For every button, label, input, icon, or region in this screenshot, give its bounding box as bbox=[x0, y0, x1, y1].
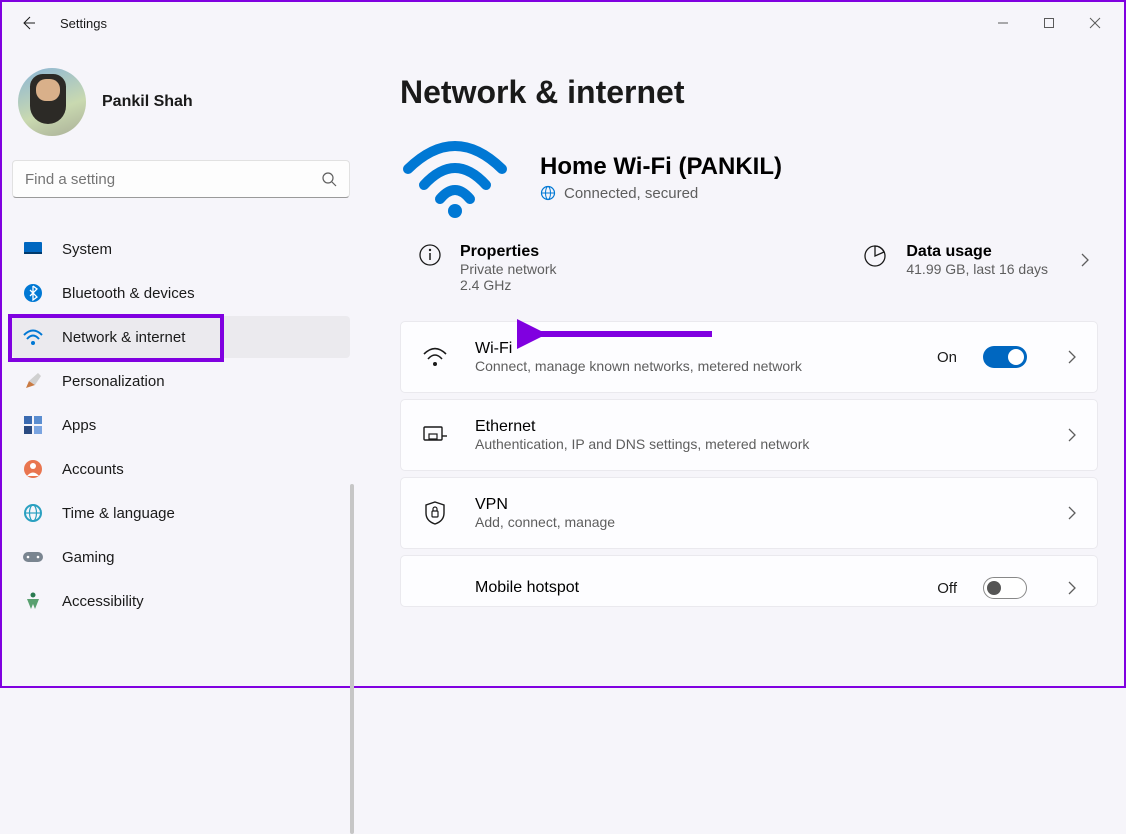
sidebar-item-personalization[interactable]: Personalization bbox=[12, 360, 350, 402]
card-title: Wi-Fi bbox=[475, 340, 802, 358]
system-icon bbox=[22, 238, 44, 260]
card-subtitle: Connect, manage known networks, metered … bbox=[475, 358, 802, 374]
chevron-right-icon bbox=[1067, 505, 1077, 521]
hotspot-toggle-label: Off bbox=[937, 580, 957, 597]
data-usage-details: 41.99 GB, last 16 days bbox=[906, 261, 1048, 277]
network-status-text: Connected, secured bbox=[564, 185, 698, 202]
sidebar-item-accessibility[interactable]: Accessibility bbox=[12, 580, 350, 622]
hotspot-toggle[interactable] bbox=[983, 577, 1027, 599]
card-subtitle: Authentication, IP and DNS settings, met… bbox=[475, 436, 809, 452]
data-usage-title: Data usage bbox=[906, 243, 1048, 261]
wifi-card[interactable]: Wi-Fi Connect, manage known networks, me… bbox=[400, 321, 1098, 393]
maximize-button[interactable] bbox=[1026, 7, 1072, 39]
apps-icon bbox=[22, 414, 44, 436]
sidebar-item-label: Apps bbox=[62, 417, 96, 434]
window-controls bbox=[980, 7, 1118, 39]
sidebar-item-label: Bluetooth & devices bbox=[62, 285, 195, 302]
sidebar-item-accounts[interactable]: Accounts bbox=[12, 448, 350, 490]
shield-lock-icon bbox=[421, 499, 449, 527]
sidebar-scrollbar[interactable] bbox=[350, 484, 354, 834]
back-button[interactable] bbox=[20, 15, 46, 31]
card-subtitle: Add, connect, manage bbox=[475, 514, 615, 530]
search-box[interactable] bbox=[12, 160, 350, 198]
card-title: Ethernet bbox=[475, 418, 809, 436]
nav-list: System Bluetooth & devices Network & int… bbox=[12, 228, 350, 622]
person-icon bbox=[22, 458, 44, 480]
summary-row: Properties Private network 2.4 GHz Data … bbox=[400, 239, 1098, 321]
wifi-toggle-label: On bbox=[937, 349, 957, 366]
sidebar-item-label: Gaming bbox=[62, 549, 115, 566]
properties-network-type: Private network bbox=[460, 261, 556, 277]
card-title: VPN bbox=[475, 496, 615, 514]
network-status-block: Home Wi-Fi (PANKIL) Connected, secured bbox=[400, 137, 1098, 217]
page-title: Network & internet bbox=[400, 74, 1098, 111]
bluetooth-icon bbox=[22, 282, 44, 304]
sidebar-item-network[interactable]: Network & internet bbox=[12, 316, 350, 358]
sidebar-item-label: System bbox=[62, 241, 112, 258]
sidebar-item-apps[interactable]: Apps bbox=[12, 404, 350, 446]
properties-button[interactable]: Properties Private network 2.4 GHz bbox=[418, 243, 556, 293]
sidebar-item-label: Personalization bbox=[62, 373, 165, 390]
sidebar-item-bluetooth[interactable]: Bluetooth & devices bbox=[12, 272, 350, 314]
info-icon bbox=[418, 243, 442, 267]
properties-band: 2.4 GHz bbox=[460, 277, 556, 293]
chevron-right-icon bbox=[1067, 349, 1077, 365]
sidebar-item-time-language[interactable]: Time & language bbox=[12, 492, 350, 534]
window-title: Settings bbox=[60, 16, 107, 31]
chevron-right-icon bbox=[1067, 580, 1077, 596]
minimize-button[interactable] bbox=[980, 7, 1026, 39]
sidebar-item-label: Accounts bbox=[62, 461, 124, 478]
hotspot-icon bbox=[421, 574, 449, 602]
paintbrush-icon bbox=[22, 370, 44, 392]
chevron-right-icon bbox=[1080, 252, 1090, 268]
main-content: Network & internet Home Wi-Fi (PANKIL) C… bbox=[360, 44, 1124, 686]
profile-block[interactable]: Pankil Shah bbox=[12, 56, 350, 154]
chevron-right-icon bbox=[1067, 427, 1077, 443]
avatar bbox=[18, 68, 86, 136]
wifi-icon bbox=[421, 343, 449, 371]
ethernet-icon bbox=[421, 421, 449, 449]
data-usage-icon bbox=[862, 243, 888, 269]
search-input[interactable] bbox=[25, 171, 321, 188]
accessibility-icon bbox=[22, 590, 44, 612]
wifi-signal-icon bbox=[400, 137, 510, 217]
close-button[interactable] bbox=[1072, 7, 1118, 39]
network-ssid: Home Wi-Fi (PANKIL) bbox=[540, 153, 782, 181]
card-title: Mobile hotspot bbox=[475, 579, 579, 597]
ethernet-card[interactable]: Ethernet Authentication, IP and DNS sett… bbox=[400, 399, 1098, 471]
vpn-card[interactable]: VPN Add, connect, manage bbox=[400, 477, 1098, 549]
wifi-toggle[interactable] bbox=[983, 346, 1027, 368]
data-usage-button[interactable]: Data usage 41.99 GB, last 16 days bbox=[862, 243, 1090, 277]
globe-clock-icon bbox=[22, 502, 44, 524]
sidebar-item-label: Network & internet bbox=[62, 329, 185, 346]
sidebar-item-system[interactable]: System bbox=[12, 228, 350, 270]
hotspot-card[interactable]: Mobile hotspot Off bbox=[400, 555, 1098, 607]
search-icon bbox=[321, 171, 337, 187]
card-list: Wi-Fi Connect, manage known networks, me… bbox=[400, 321, 1098, 607]
gamepad-icon bbox=[22, 546, 44, 568]
wifi-icon bbox=[22, 326, 44, 348]
properties-title: Properties bbox=[460, 243, 556, 261]
sidebar-item-label: Accessibility bbox=[62, 593, 144, 610]
sidebar: Pankil Shah System Bluetooth & devices N… bbox=[2, 44, 360, 686]
user-name: Pankil Shah bbox=[102, 93, 193, 111]
sidebar-item-gaming[interactable]: Gaming bbox=[12, 536, 350, 578]
titlebar: Settings bbox=[2, 2, 1124, 44]
sidebar-item-label: Time & language bbox=[62, 505, 175, 522]
globe-icon bbox=[540, 185, 556, 201]
